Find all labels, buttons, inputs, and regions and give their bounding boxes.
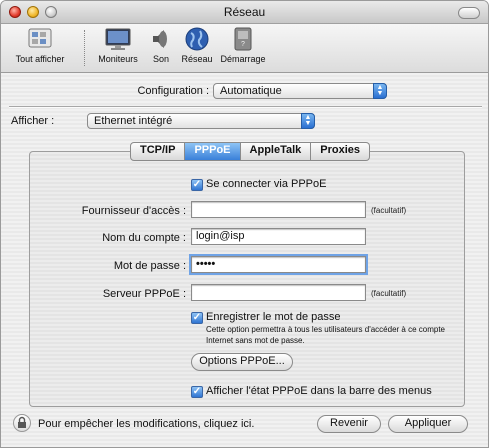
toolbar-show-all-label: Tout afficher — [15, 54, 65, 64]
show-status-label: Afficher l'état PPPoE dans la barre des … — [206, 385, 432, 397]
server-label: Serveur PPPoE : — [102, 288, 186, 300]
configuration-label: Configuration : — [137, 85, 209, 97]
popup-arrows-icon: ▲ ▼ — [373, 83, 387, 99]
server-field[interactable] — [191, 284, 366, 301]
popup-arrows-icon: ▲ ▼ — [301, 113, 315, 129]
toolbar-network-label: Réseau — [181, 54, 213, 64]
toolbar-monitors[interactable]: Moniteurs — [93, 26, 143, 64]
tab-pppoe[interactable]: PPPoE — [185, 142, 241, 161]
monitor-icon — [104, 26, 132, 52]
show-label: Afficher : — [11, 115, 55, 127]
configuration-popup[interactable]: Automatique ▲ ▼ — [213, 83, 387, 99]
connect-pppoe-label: Se connecter via PPPoE — [206, 178, 327, 190]
show-popup[interactable]: Ethernet intégré ▲ ▼ — [87, 113, 315, 129]
configuration-value: Automatique — [220, 85, 282, 97]
toolbar-toggle-button[interactable] — [458, 7, 480, 19]
show-status-checkbox[interactable]: ✓ — [191, 386, 203, 398]
toolbar-startup[interactable]: ? Démarrage — [218, 26, 268, 64]
title-bar[interactable]: Réseau — [1, 1, 488, 24]
lock-icon — [18, 416, 26, 428]
lock-text: Pour empêcher les modifications, cliquez… — [38, 418, 255, 430]
toolbar-sound[interactable]: Son — [145, 26, 177, 64]
toolbar-network[interactable]: Réseau — [178, 26, 216, 64]
lock-button[interactable] — [13, 414, 31, 432]
toolbar-startup-label: Démarrage — [220, 54, 266, 64]
tab-proxies[interactable]: Proxies — [311, 142, 371, 161]
revert-button[interactable]: Revenir — [317, 415, 381, 433]
pppoe-options-button[interactable]: Options PPPoE... — [191, 353, 293, 371]
save-password-label: Enregistrer le mot de passe — [206, 311, 341, 323]
save-password-checkbox[interactable]: ✓ — [191, 312, 203, 324]
provider-label: Fournisseur d'accès : — [81, 205, 186, 217]
tab-bar: TCP/IP PPPoE AppleTalk Proxies — [130, 142, 371, 161]
connect-pppoe-checkbox[interactable]: ✓ — [191, 179, 203, 191]
toolbar-show-all[interactable]: Tout afficher — [5, 26, 75, 64]
toolbar-separator — [84, 30, 85, 66]
tab-tcpip[interactable]: TCP/IP — [130, 142, 186, 161]
tab-appletalk[interactable]: AppleTalk — [240, 142, 312, 161]
provider-optional-note: (facultatif) — [371, 206, 407, 215]
account-field[interactable]: login@isp — [191, 228, 366, 245]
separator-line — [9, 106, 482, 108]
server-optional-note: (facultatif) — [371, 289, 407, 298]
password-field[interactable]: ••••• — [189, 254, 368, 275]
network-globe-icon — [183, 26, 211, 52]
toolbar: Tout afficher Moniteurs Son Réseau ? Dém — [1, 24, 488, 73]
svg-text:?: ? — [241, 41, 245, 48]
window-title: Réseau — [223, 5, 266, 19]
toolbar-monitors-label: Moniteurs — [98, 54, 138, 64]
password-label: Mot de passe : — [113, 260, 186, 272]
startup-disk-icon: ? — [229, 26, 257, 52]
toolbar-sound-label: Son — [152, 54, 169, 64]
save-password-help-text: Cette option permettra à tous les utilis… — [206, 325, 445, 345]
apply-button[interactable]: Appliquer — [388, 415, 468, 433]
network-preferences-window: Réseau Tout afficher Moniteurs Son Résea… — [0, 0, 489, 448]
speaker-icon — [147, 26, 175, 52]
show-all-icon — [26, 26, 54, 52]
account-label: Nom du compte : — [102, 232, 186, 244]
provider-field[interactable] — [191, 201, 366, 218]
show-value: Ethernet intégré — [94, 115, 173, 127]
